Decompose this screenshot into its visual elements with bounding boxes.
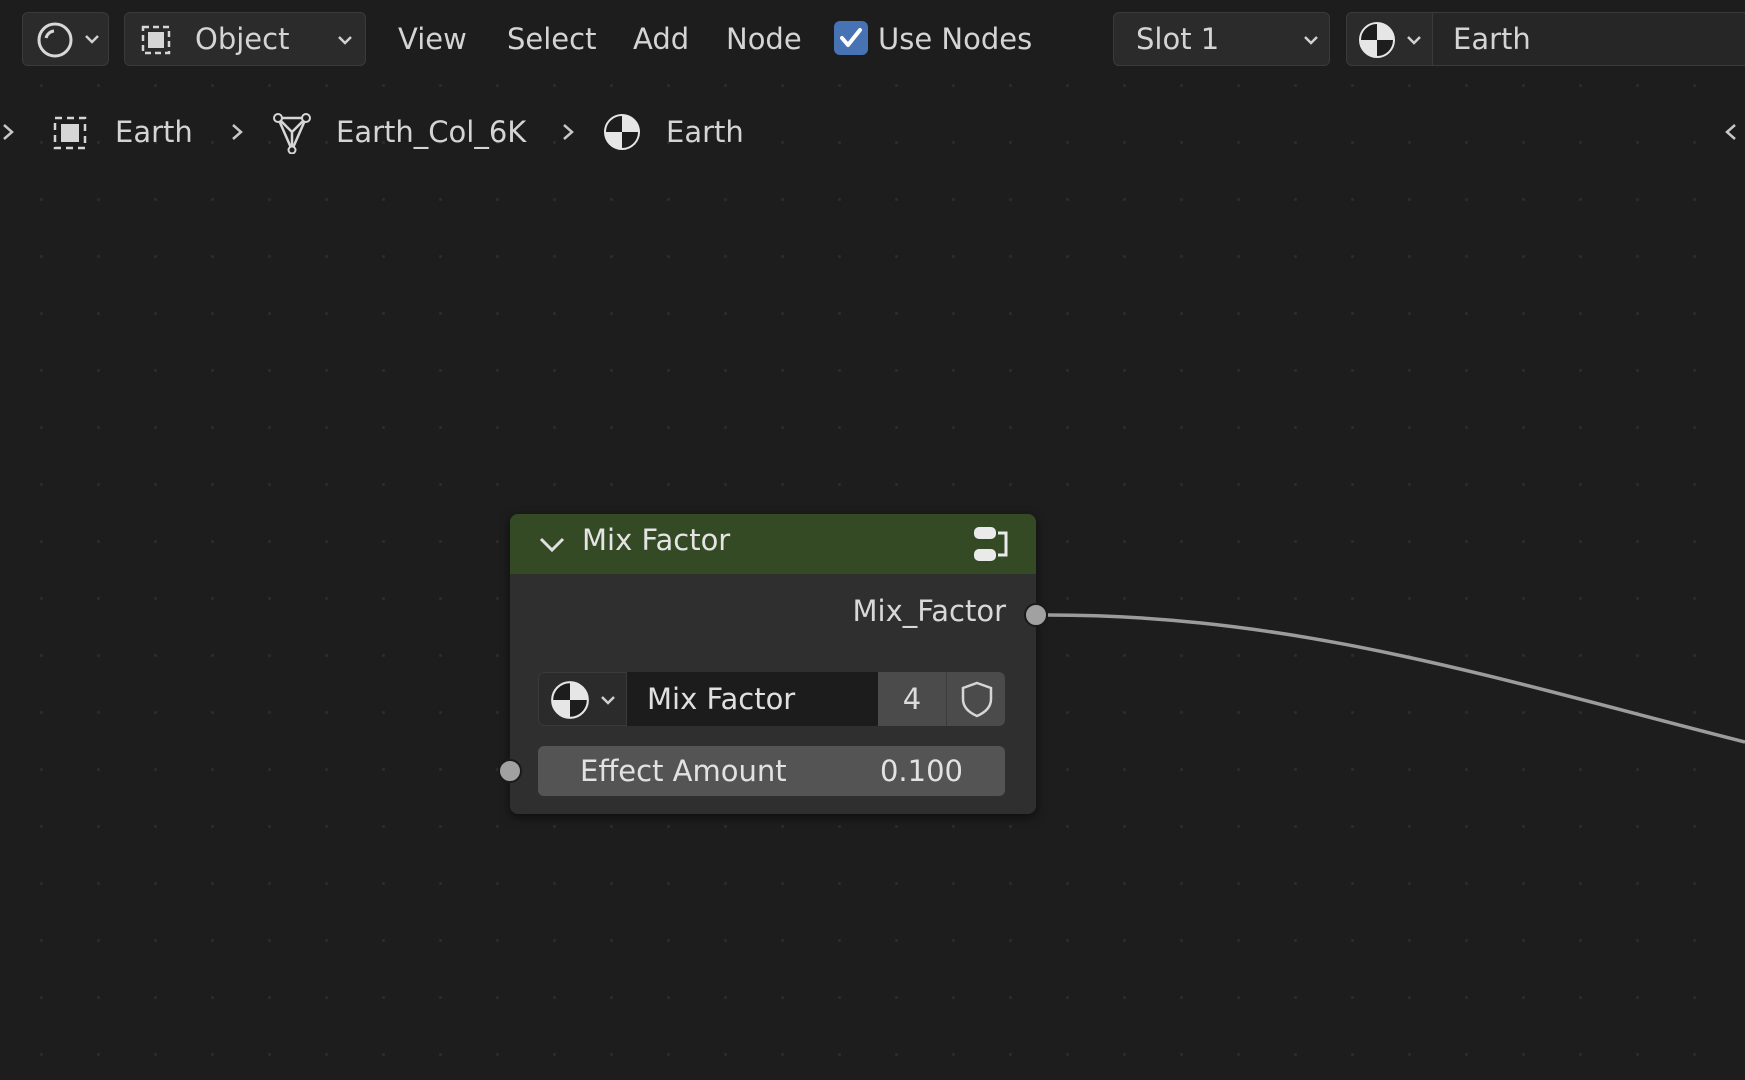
slot-label: Slot 1 <box>1136 22 1220 56</box>
node-header[interactable]: Mix Factor <box>510 514 1036 574</box>
chevron-down-icon <box>1407 36 1421 45</box>
material-name-field[interactable]: Earth <box>1432 12 1745 66</box>
mix-factor-node[interactable]: Mix Factor Mix_Factor Mix Factor 4 Effec… <box>498 514 1048 814</box>
slot-selector[interactable]: Slot 1 <box>1113 12 1330 66</box>
node-editor-window: Object View Select Add Node Use Nodes Sl… <box>0 0 1745 1080</box>
material-name: Earth <box>1453 22 1531 56</box>
user-count-button[interactable]: 4 <box>878 672 946 726</box>
mesh-icon <box>273 113 311 154</box>
menu-node[interactable]: Node <box>726 18 802 60</box>
chevron-down-icon <box>601 696 615 705</box>
node-group-icon[interactable] <box>968 522 1014 568</box>
node-title: Mix Factor <box>582 523 731 557</box>
shader-type-selector[interactable]: Object <box>124 12 366 66</box>
material-icon <box>1359 22 1395 58</box>
header-bar: Object View Select Add Node Use Nodes Sl… <box>0 0 1745 80</box>
chevron-down-icon <box>338 36 352 45</box>
use-nodes-checkbox[interactable] <box>834 21 868 55</box>
breadcrumb-object: Earth <box>115 115 193 149</box>
shield-icon <box>961 681 993 718</box>
menu-view[interactable]: View <box>398 18 467 60</box>
menu-add[interactable]: Add <box>633 18 689 60</box>
object-icon <box>141 25 171 55</box>
editor-type-selector[interactable] <box>22 12 109 66</box>
input-socket[interactable] <box>498 759 522 783</box>
effect-amount-label: Effect Amount <box>580 754 787 788</box>
material-browse-button[interactable] <box>1346 12 1433 66</box>
datablock-browse-button[interactable] <box>538 672 627 726</box>
fake-user-button[interactable] <box>946 672 1005 726</box>
datablock-name-field[interactable]: Mix Factor <box>627 672 878 726</box>
mode-label: Object <box>195 22 290 56</box>
output-socket-label: Mix_Factor <box>852 594 1006 628</box>
output-socket[interactable] <box>1024 603 1048 627</box>
datablock-name: Mix Factor <box>647 682 796 716</box>
checkmark-icon <box>840 28 862 47</box>
node-editor-icon <box>37 22 73 58</box>
object-icon <box>53 116 87 150</box>
collapse-node-icon[interactable] <box>538 534 566 554</box>
collapse-sidebar-icon[interactable] <box>1722 120 1740 144</box>
breadcrumb-mesh: Earth_Col_6K <box>336 115 527 149</box>
use-nodes-label[interactable]: Use Nodes <box>878 18 1032 60</box>
breadcrumb-material: Earth <box>666 115 744 149</box>
node-link <box>1047 613 1745 744</box>
material-icon <box>604 114 640 150</box>
effect-amount-value: 0.100 <box>879 754 963 788</box>
chevron-right-icon <box>232 124 243 140</box>
breadcrumb: Earth Earth_Col_6K Earth <box>0 106 1745 158</box>
chevron-down-icon <box>85 35 99 44</box>
chevron-right-icon <box>563 124 574 140</box>
material-icon <box>551 681 589 719</box>
chevron-down-icon <box>1304 36 1318 45</box>
effect-amount-field[interactable]: Effect Amount 0.100 <box>538 746 1005 796</box>
expand-sidebar-icon[interactable] <box>0 120 18 144</box>
node-group-datablock-field: Mix Factor 4 <box>538 672 1005 726</box>
menu-select[interactable]: Select <box>507 18 596 60</box>
